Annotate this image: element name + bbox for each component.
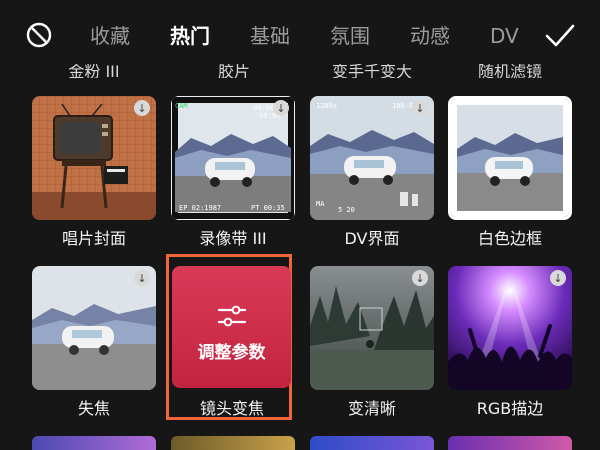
tab-atmosphere[interactable]: 氛围: [330, 22, 370, 50]
effect-card-rgb-stroke[interactable]: ↓: [448, 266, 572, 390]
osd-text: EP 02:1987: [179, 204, 222, 212]
effect-label: RGB描边: [476, 399, 544, 418]
effect-label: 录像带 III: [199, 229, 267, 248]
download-icon: ↓: [412, 270, 428, 286]
partial-label: 胶片: [217, 64, 250, 78]
checkmark-icon: [545, 24, 575, 47]
effect-card-defocus[interactable]: ↓: [32, 266, 156, 390]
download-icon: ↓: [134, 100, 150, 116]
none-effect-button[interactable]: [26, 22, 52, 48]
tab-basic[interactable]: 基础: [250, 22, 290, 50]
effect-label: 镜头变焦: [199, 399, 264, 418]
osd-text: CAM: [175, 102, 188, 110]
partial-label: 金粉 III: [68, 64, 120, 78]
effect-label: 白色边框: [477, 229, 542, 248]
effect-card-sharpen[interactable]: ↓: [310, 266, 434, 390]
partial-effect-card[interactable]: [171, 436, 295, 450]
download-icon: ↓: [273, 100, 289, 116]
tab-popular[interactable]: 热门: [170, 22, 210, 50]
none-circle-slash-icon: [26, 22, 52, 48]
effect-card-vhs-iii[interactable]: CAM -00:00:00 -99:99 EP 02:1987 PT 00:35…: [171, 96, 295, 220]
partial-effect-card[interactable]: [448, 436, 572, 450]
sliders-icon: [217, 305, 247, 327]
effect-label: 失焦: [77, 399, 110, 418]
download-icon: ↓: [412, 100, 428, 116]
osd-text: PT 00:35: [251, 204, 285, 212]
partial-effect-card[interactable]: [310, 436, 434, 450]
effect-label: 唱片封面: [61, 229, 126, 248]
effect-label: DV界面: [344, 229, 400, 248]
adjust-parameters-label: 调整参数: [197, 343, 266, 363]
white-frame-icon: [451, 99, 569, 217]
osd-text: 5 20: [338, 206, 355, 214]
effects-tab-bar: 收藏 热门 基础 氛围 动感 DV: [0, 0, 600, 70]
tab-favorites[interactable]: 收藏: [90, 22, 130, 50]
tab-dv[interactable]: DV: [490, 22, 519, 50]
download-icon: ↓: [134, 270, 150, 286]
adjust-parameters-button[interactable]: 调整参数: [172, 266, 291, 388]
confirm-button[interactable]: [544, 22, 576, 50]
partial-previous-row: 金粉 III 胶片 变手千变大 随机滤镜: [0, 64, 600, 78]
effect-card-white-border[interactable]: [448, 96, 572, 220]
effect-card-dv-ui[interactable]: 1280x 100-6 MA 5 20 ↓: [310, 96, 434, 220]
partial-label: 随机滤镜: [477, 64, 542, 78]
osd-text: MA: [316, 200, 325, 208]
osd-text: 100-6: [392, 102, 414, 110]
osd-text: 1280x: [316, 102, 338, 110]
download-icon: ↓: [550, 270, 566, 286]
tab-dynamic[interactable]: 动感: [410, 22, 450, 50]
effect-label: 变清晰: [347, 399, 396, 418]
effects-panel: 收藏 热门 基础 氛围 动感 DV 金粉 III 胶片 变手千变大 随机滤镜 ↓…: [0, 0, 600, 450]
partial-label: 变手千变大: [331, 64, 412, 78]
partial-effect-card[interactable]: [32, 436, 156, 450]
effect-card-record-cover[interactable]: ↓: [32, 96, 156, 220]
